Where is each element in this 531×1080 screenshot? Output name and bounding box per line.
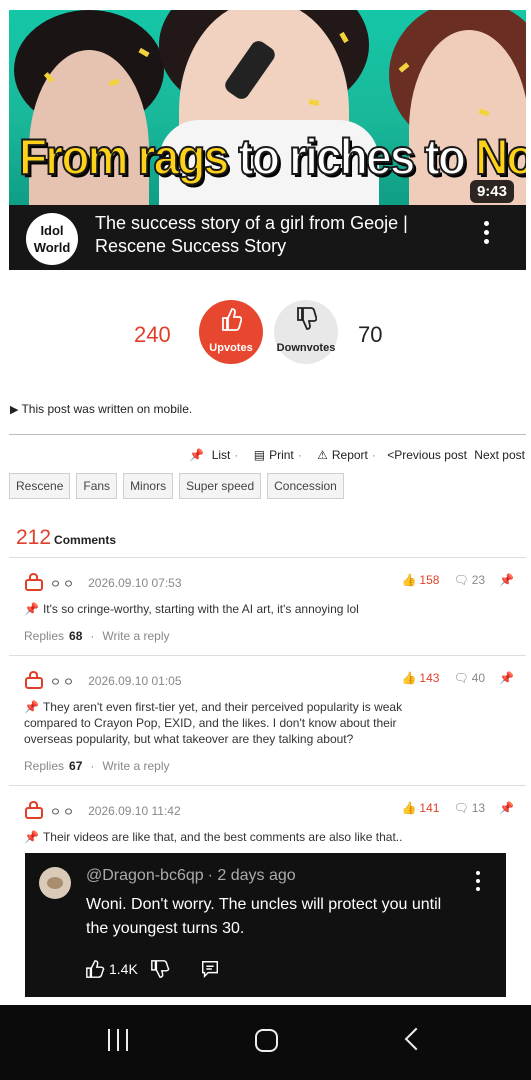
video-embed[interactable]: From rags to riches to No. 1 9:43 Idol W…	[9, 10, 526, 270]
tag[interactable]: Concession	[267, 473, 344, 499]
downvote-count: 70	[358, 322, 383, 347]
thumbnail-title: From rags to riches to No. 1	[18, 128, 526, 186]
recent-apps-icon[interactable]	[108, 1029, 128, 1051]
pin-icon[interactable]: 📌	[499, 573, 514, 587]
tag[interactable]: Rescene	[9, 473, 71, 499]
comment-nick[interactable]: ㅇㅇ	[50, 673, 76, 690]
yt-like-count: 1.4K	[109, 961, 138, 977]
reply-comment-icon	[201, 961, 218, 979]
replies-link[interactable]: Replies 67	[24, 759, 82, 773]
pin-icon[interactable]: 📌	[499, 801, 514, 815]
channel-avatar[interactable]: Idol World	[26, 213, 78, 265]
yt-comment-text: Woni. Don't worry. The uncles will prote…	[86, 896, 442, 937]
thumbs-down-icon	[150, 960, 170, 978]
more-vert-icon	[476, 871, 480, 895]
comment-text: 📌 It's so cringe-worthy, starting with th…	[24, 602, 359, 616]
comments-header: 212 Comments	[16, 526, 116, 550]
comment-item: ㅇㅇ 2026.09.10 07:53 👍 158 🗨 23 📌 📌 It's so …	[9, 557, 526, 655]
comment-text: 📌 They aren't even first-tier yet, and th…	[24, 700, 403, 746]
back-icon[interactable]	[404, 1027, 428, 1051]
upvote-label: Upvotes	[209, 342, 253, 354]
post-actions: 📌 List · ▤ Print · ⚠ Report · <Previous post …	[181, 448, 525, 462]
comment-upvote[interactable]: 👍 143	[401, 671, 439, 685]
comment-nick[interactable]: ㅇㅇ	[50, 803, 76, 820]
more-vert-icon[interactable]	[484, 221, 492, 248]
replies-link[interactable]: Replies 68	[24, 629, 82, 643]
tag[interactable]: Minors	[123, 473, 174, 499]
list-link[interactable]: 📌 List	[185, 448, 230, 462]
thumbs-up-icon	[222, 308, 242, 331]
print-link[interactable]: ▤ Print	[250, 448, 294, 462]
tag[interactable]: Super speed	[179, 473, 262, 499]
comment-footer: Replies 68 · Write a reply	[24, 629, 170, 643]
system-navigation-bar	[0, 1005, 531, 1080]
thumbs-up-icon: 👍	[401, 671, 417, 685]
warning-icon: ⚠	[317, 448, 328, 462]
comment-reply-count[interactable]: 🗨 13	[453, 801, 485, 815]
report-link[interactable]: ⚠ Report	[313, 448, 368, 462]
speech-bubble-icon: 🗨	[453, 801, 469, 815]
next-post-link[interactable]: Next post	[474, 448, 525, 462]
printer-icon: ▤	[253, 448, 266, 462]
thumbs-up-icon	[86, 960, 105, 978]
pin-icon: 📌	[24, 602, 39, 616]
pin-icon: 📌	[24, 700, 39, 714]
comment-date: 2026.09.10 07:53	[88, 576, 182, 590]
divider	[9, 434, 526, 435]
embedded-comment-image: @Dragon-bc6qp · 2 days ago Woni. Don't wo…	[25, 853, 506, 997]
comment-date: 2026.09.10 11:42	[88, 804, 181, 818]
yt-comment-author: @Dragon-bc6qp · 2 days ago	[86, 867, 296, 884]
thumbs-up-icon: 👍	[401, 573, 417, 587]
comment-count: 212	[16, 526, 52, 549]
best-comment-icon	[24, 573, 44, 593]
vote-section: 240 Upvotes Downvotes 70	[0, 300, 531, 370]
comment-date: 2026.09.10 01:05	[88, 674, 182, 688]
pin-icon[interactable]: 📌	[499, 671, 514, 685]
previous-post-link[interactable]: <Previous post	[387, 448, 467, 462]
comment-reply-count[interactable]: 🗨 40	[453, 671, 485, 685]
tag[interactable]: Fans	[76, 473, 118, 499]
comment-upvote[interactable]: 👍 141	[401, 801, 439, 815]
write-reply-link[interactable]: Write a reply	[102, 629, 169, 643]
upvote-count: 240	[134, 322, 171, 347]
comment-item: ㅇㅇ 2026.09.10 01:05 👍 143 🗨 40 📌 📌 They are…	[9, 655, 526, 785]
tag-list: Rescene Fans Minors Super speed Concessi…	[9, 473, 344, 499]
pin-icon: 📌	[189, 448, 205, 462]
pin-icon: 📌	[24, 830, 39, 844]
speech-bubble-icon: 🗨	[453, 671, 469, 685]
comment-footer: Replies 67 · Write a reply	[24, 759, 170, 773]
yt-comment-actions: 1.4K	[85, 959, 220, 979]
downvote-label: Downvotes	[276, 342, 336, 354]
video-info-bar: Idol World The success story of a girl f…	[9, 205, 526, 270]
thumbs-down-icon	[297, 307, 317, 330]
speech-bubble-icon: 🗨	[453, 573, 469, 587]
video-duration: 9:43	[469, 180, 514, 203]
home-icon[interactable]	[255, 1029, 278, 1052]
triangle-icon: ▶	[10, 404, 19, 416]
write-reply-link[interactable]: Write a reply	[102, 759, 169, 773]
video-title[interactable]: The success story of a girl from Geoje |…	[95, 212, 465, 258]
downvote-button[interactable]: Downvotes	[274, 300, 338, 364]
comment-text: 📌 Their videos are like that, and the bes…	[24, 830, 403, 844]
thumbs-up-icon: 👍	[401, 801, 417, 815]
best-comment-icon	[24, 671, 44, 691]
comment-nick[interactable]: ㅇㅇ	[50, 575, 76, 592]
comment-reply-count[interactable]: 🗨 23	[453, 573, 485, 587]
comments-label: Comments	[54, 533, 117, 547]
avatar	[39, 867, 71, 899]
upvote-button[interactable]: Upvotes	[199, 300, 263, 364]
mobile-note: ▶ This post was written on mobile.	[10, 402, 193, 416]
comment-upvote[interactable]: 👍 158	[401, 573, 439, 587]
video-thumbnail[interactable]: From rags to riches to No. 1 9:43	[9, 10, 526, 205]
best-comment-icon	[24, 801, 44, 821]
